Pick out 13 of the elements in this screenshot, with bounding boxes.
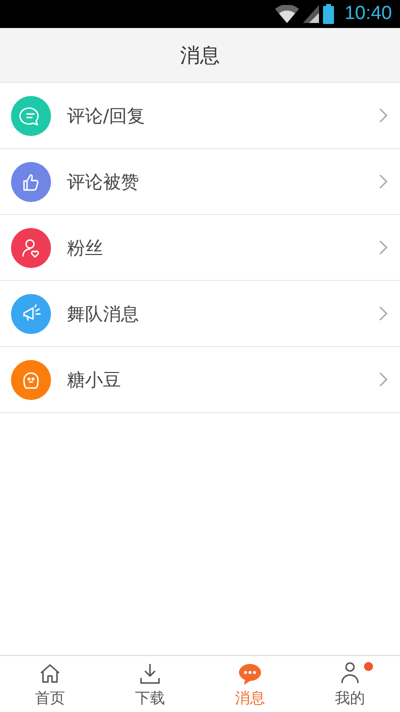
nav-tab[interactable]: 下载: [100, 656, 200, 712]
nav-tab[interactable]: 首页: [0, 656, 100, 712]
wifi-icon: [275, 5, 300, 23]
chevron-right-icon: [379, 306, 388, 321]
chevron-right-icon: [379, 174, 388, 189]
chevron-right-icon: [379, 108, 388, 123]
nav-tab[interactable]: 我的: [300, 656, 400, 712]
chevron-right-icon: [379, 372, 388, 387]
clock-time: 10:40: [344, 3, 392, 25]
battery-icon: [323, 4, 334, 24]
chevron-right-icon: [379, 240, 388, 255]
signal-icon: [303, 5, 320, 23]
page-title: 消息: [180, 42, 220, 68]
